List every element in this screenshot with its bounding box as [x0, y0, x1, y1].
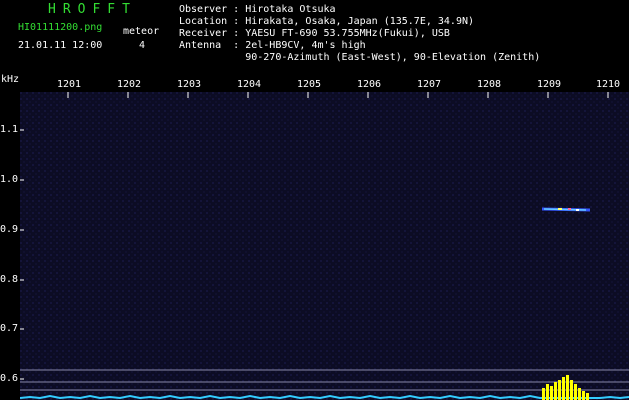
app-title: HROFFT	[48, 2, 137, 17]
x-tick-label-1203: 1203	[177, 79, 202, 90]
receiver-info: Receiver : YAESU FT-690 53.755MHz(Fukui)…	[179, 28, 450, 39]
meteor-label: meteor	[123, 26, 160, 37]
y-tick-label-0-8: 0.8	[0, 274, 19, 285]
x-tick-label-1205: 1205	[297, 79, 322, 90]
spectrogram-canvas	[20, 92, 629, 400]
noise-background	[20, 92, 629, 400]
x-tick-label-1209: 1209	[537, 79, 562, 90]
x-tick-label-1208: 1208	[477, 79, 502, 90]
y-tick-label-1-1: 1.1	[0, 124, 19, 135]
antenna-detail-info: 90-270-Azimuth (East-West), 90-Elevation…	[179, 52, 541, 63]
meteor-count: 4	[139, 40, 146, 51]
y-tick-label-0-6: 0.6	[0, 373, 19, 384]
x-tick-label-1201: 1201	[57, 79, 82, 90]
x-tick-label-1210: 1210	[596, 79, 621, 90]
y-axis-unit: kHz	[1, 74, 20, 85]
y-tick-label-0-7: 0.7	[0, 323, 19, 334]
antenna-info: Antenna : 2el-HB9CV, 4m's high	[179, 40, 366, 51]
observer-info: Observer : Hirotaka Otsuka	[179, 4, 336, 15]
timestamp: 21.01.11 12:00	[18, 40, 103, 51]
x-tick-label-1202: 1202	[117, 79, 142, 90]
y-tick-label-0-9: 0.9	[0, 224, 19, 235]
spectrogram-plot	[20, 92, 629, 400]
file-name: HI01111200.png	[18, 22, 103, 33]
y-tick-label-1-0: 1.0	[0, 174, 19, 185]
x-tick-label-1206: 1206	[357, 79, 382, 90]
x-tick-label-1207: 1207	[417, 79, 442, 90]
meteor-echo	[541, 207, 591, 212]
location-info: Location : Hirakata, Osaka, Japan (135.7…	[179, 16, 475, 27]
x-tick-label-1204: 1204	[237, 79, 262, 90]
